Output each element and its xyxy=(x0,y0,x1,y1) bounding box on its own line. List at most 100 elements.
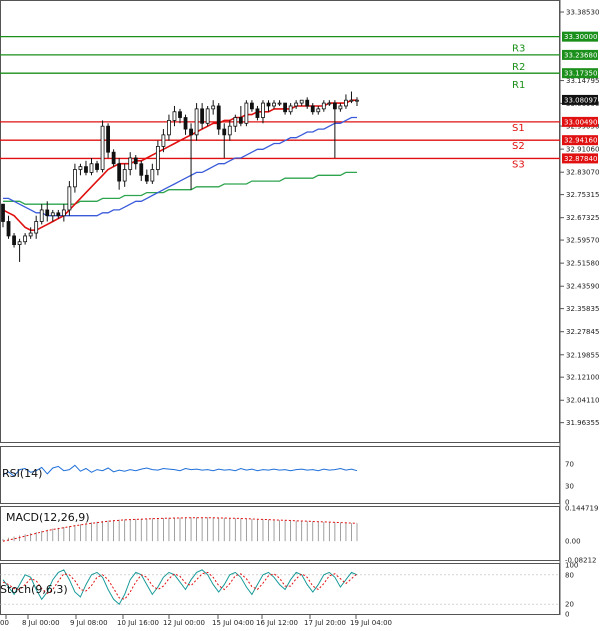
candle-up xyxy=(89,163,94,173)
rsi-tick-label: 30 xyxy=(565,482,574,490)
stoch-tick-label: 20 xyxy=(565,601,574,609)
candle-up xyxy=(73,169,77,188)
time-tick-label: 15 Jul 04:00 xyxy=(212,619,254,627)
candle-up xyxy=(288,105,293,113)
time-tick-label: 8 Jul 00:00 xyxy=(22,619,60,627)
candle-down xyxy=(250,102,254,110)
candle-down xyxy=(133,157,138,165)
level-price-label: 32.94160 xyxy=(564,137,597,145)
price-tick-label: 32.67325 xyxy=(566,214,599,222)
candle-down xyxy=(6,221,11,237)
macd-indicator: 0.1447190.00-0.08212 xyxy=(2,505,598,565)
price-tick-label: 32.51580 xyxy=(566,260,599,268)
time-tick-label: 19 Jul 04:00 xyxy=(350,619,392,627)
candle-up xyxy=(50,212,55,217)
stoch-tick-label: 100 xyxy=(565,562,578,570)
price-chart[interactable]: R3R2R1S1S2S3 33.3853033.1479533.0690032.… xyxy=(0,0,600,631)
time-tick-label: 9 Jul 08:00 xyxy=(70,619,108,627)
candle-up xyxy=(316,108,321,113)
time-tick-label: 16 Jul 12:00 xyxy=(256,619,298,627)
candle-up xyxy=(161,134,166,147)
time-tick-label: 00 xyxy=(0,619,9,627)
current-price-label: 33.08097 xyxy=(564,96,597,104)
stoch-label: Stoch(9,6,3) xyxy=(0,583,68,596)
price-tick-label: 31.96355 xyxy=(566,419,599,427)
candle-down xyxy=(189,128,193,136)
candle-down xyxy=(95,163,99,170)
candle-down xyxy=(255,108,260,118)
candle-up xyxy=(294,102,299,107)
candle-up xyxy=(344,99,348,107)
candle-up xyxy=(17,241,22,246)
candlesticks xyxy=(1,91,359,262)
candle-up xyxy=(122,169,127,182)
candle-up xyxy=(338,105,343,110)
candle-down xyxy=(266,102,271,107)
macd-label: MACD(12,26,9) xyxy=(6,511,90,524)
candle-down xyxy=(238,117,243,124)
price-tick-label: 32.27845 xyxy=(566,328,599,336)
price-tick-label: 32.83070 xyxy=(566,169,599,177)
candle-down xyxy=(117,163,122,182)
candle-up xyxy=(128,157,133,170)
level-label-r1: R1 xyxy=(512,80,525,91)
candle-up xyxy=(28,232,33,237)
level-price-label: 33.30000 xyxy=(564,33,597,41)
candle-down xyxy=(144,174,149,182)
price-tick-label: 32.35835 xyxy=(566,305,599,313)
candle-up xyxy=(355,99,359,102)
rsi-tick-label: 70 xyxy=(565,461,574,469)
price-tick-label: 32.12100 xyxy=(566,374,599,382)
candle-up xyxy=(39,209,44,222)
price-tick-label: 32.75315 xyxy=(566,191,599,199)
candle-up xyxy=(272,102,276,107)
ma-slow-line xyxy=(3,171,357,205)
level-label-r2: R2 xyxy=(512,62,525,73)
time-tick-label: 10 Jul 16:00 xyxy=(117,619,159,627)
rsi-panel-frame xyxy=(0,446,560,504)
candle-up xyxy=(34,221,39,234)
candle-up xyxy=(227,125,232,136)
level-label-s1: S1 xyxy=(512,123,525,134)
price-tags: 33.30000 33.23680 33.17350 33.00490 32.94160… xyxy=(562,31,598,164)
main-panel-frame xyxy=(0,0,560,443)
candle-up xyxy=(67,186,72,211)
candle-down xyxy=(84,166,88,173)
time-axis: 00 8 Jul 00:00 9 Jul 08:00 10 Jul 16:00 12 J… xyxy=(0,615,392,627)
candle-up xyxy=(244,102,249,124)
candle-up xyxy=(78,166,83,170)
candle-down xyxy=(200,108,205,124)
price-tick-label: 32.19855 xyxy=(566,351,599,359)
candle-down xyxy=(111,151,116,165)
candle-down xyxy=(106,125,110,153)
candle-up xyxy=(233,117,238,127)
level-price-label: 33.23680 xyxy=(564,51,597,59)
candle-down xyxy=(56,212,61,217)
level-price-label: 32.87840 xyxy=(564,155,597,163)
rsi-line xyxy=(2,464,358,477)
price-tick-label: 32.04110 xyxy=(566,397,599,405)
candle-down xyxy=(283,102,287,113)
candle-up xyxy=(172,111,177,121)
candle-up xyxy=(349,99,354,102)
candle-up xyxy=(321,102,326,110)
rsi-indicator: 70300 xyxy=(2,461,574,507)
candle-up xyxy=(277,102,282,105)
candle-up xyxy=(327,102,332,105)
candle-down xyxy=(332,102,337,110)
rsi-label: RSI(14) xyxy=(2,467,42,480)
candle-down xyxy=(216,105,221,130)
price-tick-label: 33.38530 xyxy=(566,9,599,17)
candle-up xyxy=(299,99,304,104)
level-label-s3: S3 xyxy=(512,159,525,170)
time-tick-label: 17 Jul 20:00 xyxy=(304,619,346,627)
stoch-tick-label: 80 xyxy=(565,571,574,579)
ma-mid-line xyxy=(3,116,357,217)
candle-down xyxy=(222,128,227,136)
candle-up xyxy=(155,146,160,170)
level-price-label: 33.17350 xyxy=(564,70,597,78)
candle-up xyxy=(61,209,66,217)
candle-down xyxy=(183,117,188,130)
candle-down xyxy=(139,163,144,176)
candle-down xyxy=(12,235,16,246)
